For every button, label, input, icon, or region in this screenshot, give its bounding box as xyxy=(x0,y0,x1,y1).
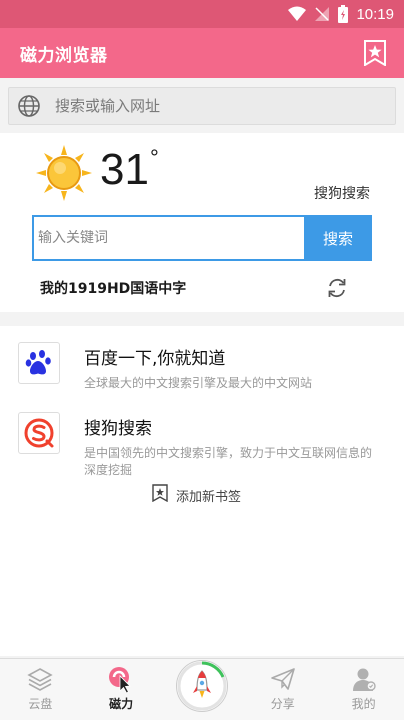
search-engine-label[interactable]: 搜狗搜索 xyxy=(314,183,370,203)
battery-charging-icon xyxy=(338,5,349,23)
bookmark-name: 百度一下,你就知道 xyxy=(84,349,226,369)
sogou-icon xyxy=(18,412,60,454)
status-bar: 10:19 xyxy=(0,0,404,28)
clock: 10:19 xyxy=(356,5,394,23)
rocket-icon xyxy=(175,660,228,712)
tab-label: 分享 xyxy=(270,697,295,711)
refresh-icon[interactable] xyxy=(326,277,348,299)
tab-label: 云盘 xyxy=(28,697,53,711)
wifi-icon xyxy=(288,6,307,22)
layers-icon xyxy=(26,665,54,693)
temperature-unit: ° xyxy=(150,145,159,170)
paper-plane-icon xyxy=(269,665,297,693)
app-title: 磁力浏览器 xyxy=(20,45,108,66)
tab-cloud[interactable]: 云盘 xyxy=(0,658,80,720)
baidu-paw-icon xyxy=(18,342,60,384)
bookmark-desc: 是中国领先的中文搜索引擎，致力于中文互联网信息的深度挖掘 xyxy=(84,446,373,477)
keyword-search: 搜索 xyxy=(32,215,372,261)
bookmark-item-baidu[interactable]: 百度一下,你就知道 全球最大的中文搜索引擎及最大的中文网站 xyxy=(18,342,388,392)
magnet-cursor-icon xyxy=(107,665,135,693)
bookmark-desc: 全球最大的中文搜索引擎及最大的中文网站 xyxy=(84,376,313,390)
temperature: 31 xyxy=(100,145,149,194)
no-signal-icon xyxy=(314,6,330,22)
tab-magnet[interactable]: 磁力 xyxy=(81,658,161,720)
globe-icon xyxy=(17,94,41,118)
sunny-icon xyxy=(36,145,92,201)
keyword-input[interactable] xyxy=(38,230,304,246)
weather-search-card: 31 ° 搜狗搜索 搜索 我的1919HD国语中字 xyxy=(0,133,404,312)
bookmark-item-sogou[interactable]: 搜狗搜索 是中国领先的中文搜索引擎，致力于中文互联网信息的深度挖掘 xyxy=(18,412,388,479)
search-button[interactable]: 搜索 xyxy=(304,215,372,261)
user-icon xyxy=(350,665,378,693)
tab-mine[interactable]: 我的 xyxy=(324,658,404,720)
add-bookmark-button[interactable]: 添加新书签 xyxy=(152,484,241,506)
add-bookmark-label: 添加新书签 xyxy=(176,489,242,505)
bottom-tab-bar: 云盘 磁力 分享 我的 xyxy=(0,658,404,720)
tab-rocket[interactable] xyxy=(162,658,242,720)
address-input[interactable] xyxy=(55,97,355,115)
hot-topic-link[interactable]: 我的1919HD国语中字 xyxy=(40,278,186,298)
keyword-field[interactable] xyxy=(32,215,304,261)
bookmark-name: 搜狗搜索 xyxy=(84,419,152,439)
app-bar: 磁力浏览器 xyxy=(0,28,404,78)
tab-share[interactable]: 分享 xyxy=(243,658,323,720)
tab-label: 磁力 xyxy=(109,697,134,711)
bookmark-star-icon[interactable] xyxy=(360,38,390,68)
bookmark-add-icon xyxy=(152,484,168,506)
bookmarks-card: 百度一下,你就知道 全球最大的中文搜索引擎及最大的中文网站 搜狗搜索 是中国领先… xyxy=(0,326,404,656)
tab-label: 我的 xyxy=(351,697,376,711)
address-bar[interactable] xyxy=(8,87,396,125)
